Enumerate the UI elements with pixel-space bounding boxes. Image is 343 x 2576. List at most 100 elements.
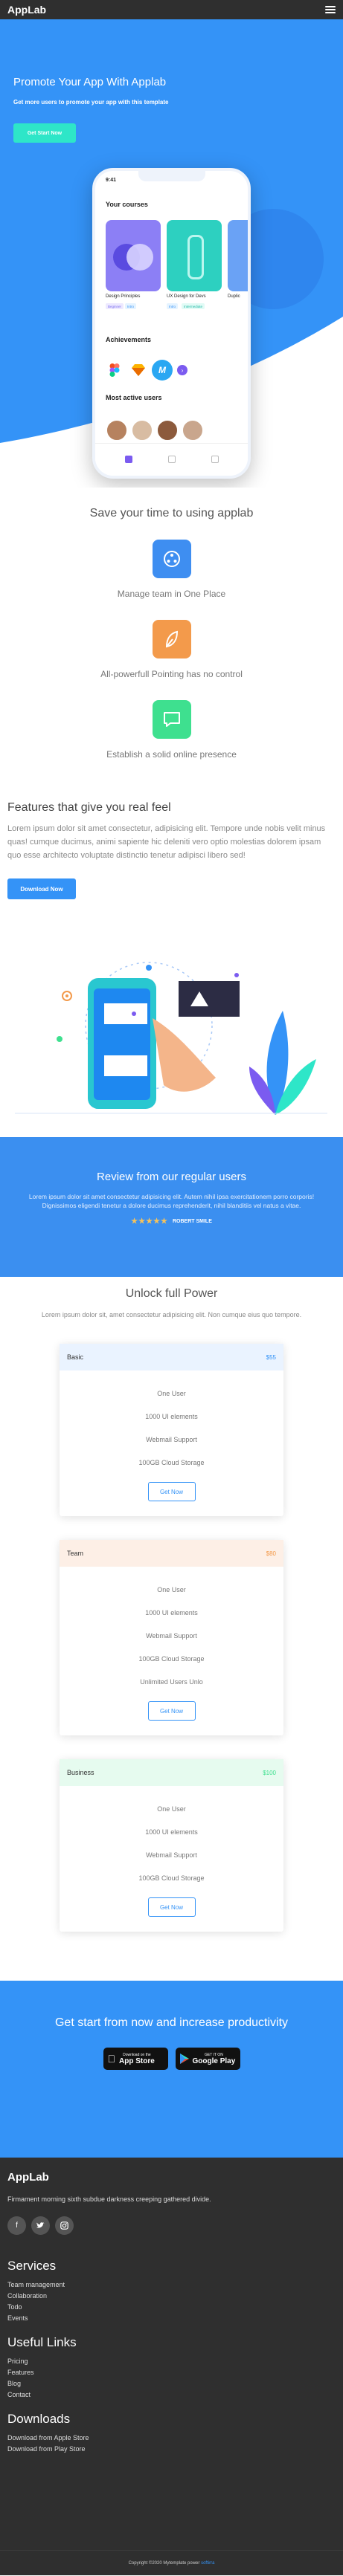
tab-messages-icon[interactable] [168, 456, 176, 463]
facebook-icon[interactable]: f [7, 2216, 26, 2235]
achievement-badge-logo-icon: M [152, 360, 173, 381]
phone-time: 9:41 [106, 178, 117, 183]
footer-link-events[interactable]: Events [7, 2314, 336, 2322]
user-avatar [106, 419, 128, 441]
feature-illustration [0, 914, 343, 1115]
pricing-title: Unlock full Power [125, 1287, 218, 1300]
most-active-users-title: Most active users [106, 394, 162, 401]
get-now-button[interactable]: Get Now [147, 1482, 196, 1501]
get-start-section: Get start from now and increase producti… [0, 1981, 343, 2158]
footer-link-play-store[interactable]: Download from Play Store [7, 2445, 336, 2453]
plan-card-business: Business $100 One User 1000 UI elements … [60, 1759, 283, 1932]
feature-label: Establish a solid online presence [106, 749, 237, 760]
real-feel-section: Features that give you real feel Lorem i… [0, 801, 343, 899]
top-navbar: AppLab [0, 0, 343, 19]
app-store-small-text: Download on the [115, 2052, 151, 2057]
copyright-author-link[interactable]: softirra [201, 2561, 214, 2566]
plan-feature: Webmail Support [146, 1632, 197, 1640]
course-card-design-principles [106, 220, 161, 291]
footer-link-apple-store[interactable]: Download from Apple Store [7, 2434, 336, 2441]
phone-mockup: 9:41 Your courses Design Principles UX D… [92, 168, 251, 479]
twitter-icon[interactable] [31, 2216, 50, 2235]
plan-feature: Webmail Support [146, 1851, 197, 1859]
get-start-title: Get start from now and increase producti… [54, 2016, 289, 2029]
course-title: Design Principles [106, 294, 141, 299]
pricing-section: Unlock full Power Lorem ipsum dolor sit,… [0, 1277, 343, 1932]
achievement-badge-sketch-icon [129, 361, 147, 379]
feature-label: All-powerfull Pointing has no control [100, 669, 243, 679]
review-section: Review from our regular users Lorem ipsu… [0, 1137, 343, 1277]
plan-price: $55 [266, 1353, 276, 1361]
features-title: Save your time to using applab [89, 507, 254, 520]
brand-logo[interactable]: AppLab [7, 4, 46, 16]
plan-header: Team $80 [60, 1540, 283, 1567]
google-play-label: Google Play [192, 2056, 236, 2065]
team-icon [152, 540, 191, 578]
phone-tab-bar [95, 443, 248, 476]
footer-link-blog[interactable]: Blog [7, 2380, 336, 2387]
download-now-button[interactable]: Download Now [7, 878, 76, 899]
footer-link-contact[interactable]: Contact [7, 2391, 336, 2398]
get-now-button[interactable]: Get Now [147, 1701, 196, 1721]
plan-feature: 100GB Cloud Storage [138, 1655, 205, 1663]
real-feel-title: Features that give you real feel [7, 801, 171, 814]
tab-cart-icon[interactable] [211, 456, 219, 463]
tab-home-icon[interactable] [125, 456, 132, 463]
plan-feature: 1000 UI elements [145, 1609, 198, 1617]
get-start-now-button[interactable]: Get Start Now [13, 123, 76, 143]
plan-feature: 1000 UI elements [145, 1828, 198, 1836]
google-play-button[interactable]: GET IT ON Google Play [175, 2048, 240, 2070]
footer-link-features[interactable]: Features [7, 2369, 336, 2376]
course-tag: Intermediate [182, 303, 205, 309]
reviewer-name: ROBERT SMILE [172, 1219, 212, 1224]
copyright-bar: Copyright ©2020 Mytemplate power softirr… [0, 2550, 343, 2575]
achievements-title: Achievements [106, 336, 152, 343]
plan-header: Basic $55 [60, 1344, 283, 1370]
social-links: f [7, 2216, 336, 2235]
google-play-icon [179, 2054, 189, 2064]
get-now-button[interactable]: Get Now [147, 1897, 196, 1917]
footer: AppLab Firmament morning sixth subdue da… [0, 2158, 343, 2575]
course-card-duplic [228, 220, 248, 291]
plan-feature: One User [157, 1805, 186, 1813]
hero-title: Promote Your App With Applab [13, 76, 167, 88]
feature-label: Manage team in One Place [117, 589, 226, 599]
user-avatar [131, 419, 153, 441]
plan-feature: 100GB Cloud Storage [138, 1874, 205, 1882]
instagram-icon[interactable] [55, 2216, 74, 2235]
plan-feature: One User [157, 1390, 186, 1397]
user-avatar [182, 419, 204, 441]
plan-feature: 1000 UI elements [145, 1413, 198, 1420]
downloads-heading: Downloads [7, 2412, 71, 2426]
useful-links-heading: Useful Links [7, 2335, 77, 2349]
plan-price: $80 [266, 1550, 276, 1557]
plan-feature: Webmail Support [146, 1436, 197, 1443]
phone-notch [138, 171, 205, 181]
plan-feature: 100GB Cloud Storage [138, 1459, 205, 1466]
course-title: Duplic [228, 294, 240, 299]
achievement-next-icon[interactable]: › [177, 365, 187, 375]
reviewer-row: ★★★★★ ROBERT SMILE [0, 1217, 343, 1226]
user-avatar [156, 419, 179, 441]
course-title: UX Design for Devs [167, 294, 206, 299]
hamburger-menu-icon[interactable] [325, 6, 336, 13]
footer-link-collaboration[interactable]: Collaboration [7, 2292, 336, 2300]
app-store-button[interactable]:  Download on the App Store [103, 2048, 168, 2070]
footer-link-todo[interactable]: Todo [7, 2303, 336, 2311]
footer-link-team-management[interactable]: Team management [7, 2281, 336, 2288]
chat-icon [152, 700, 191, 739]
footer-link-pricing[interactable]: Pricing [7, 2357, 336, 2365]
course-tag: Beginner [106, 303, 124, 309]
achievement-badge-figma-icon [106, 361, 124, 379]
plan-header: Business $100 [60, 1759, 283, 1786]
hero-section: Promote Your App With Applab Get more us… [0, 19, 343, 488]
plan-card-team: Team $80 One User 1000 UI elements Webma… [60, 1540, 283, 1735]
course-illustration [187, 235, 204, 279]
plan-name: Basic [67, 1353, 84, 1361]
hero-subtitle: Get more users to promote your app with … [13, 99, 169, 106]
footer-logo[interactable]: AppLab [7, 2171, 336, 2184]
features-section: Save your time to using applab Manage te… [0, 488, 343, 760]
plan-card-basic: Basic $55 One User 1000 UI elements Webm… [60, 1344, 283, 1516]
services-heading: Services [7, 2259, 57, 2273]
course-tag: Intro [167, 303, 179, 309]
